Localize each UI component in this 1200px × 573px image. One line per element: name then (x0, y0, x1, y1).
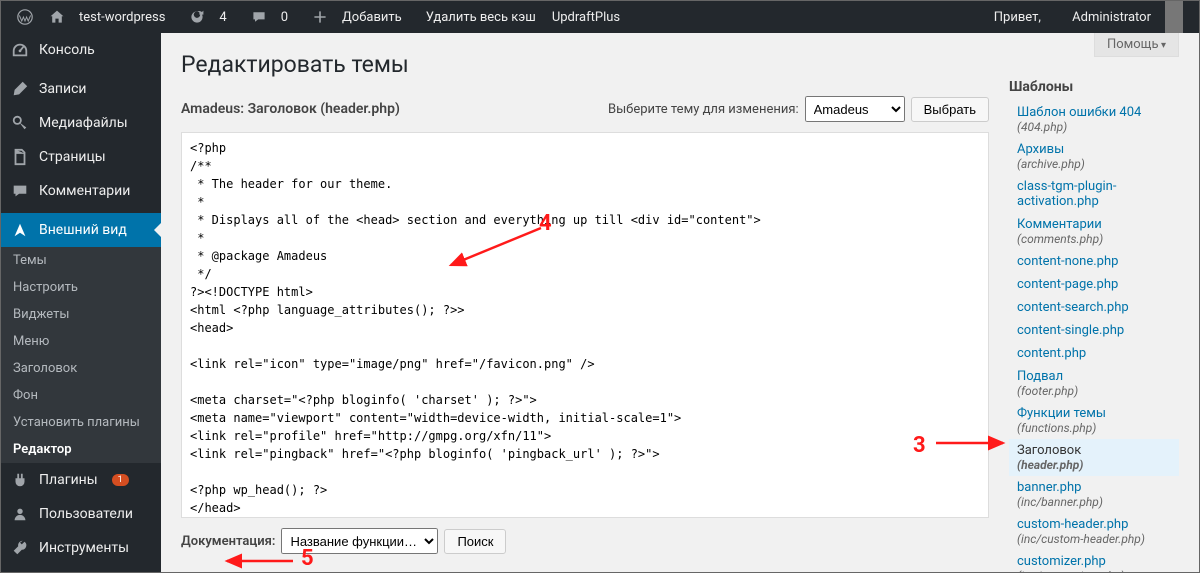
template-item[interactable]: content-none.php (1009, 250, 1179, 273)
menu-appearance[interactable]: Внешний вид (1, 213, 161, 247)
page-title: Редактировать темы (181, 51, 989, 78)
template-item[interactable]: Заголовок(header.php) (1009, 439, 1179, 476)
template-item[interactable]: Подвал(footer.php) (1009, 365, 1179, 402)
file-description: Amadeus: Заголовок (header.php) (181, 101, 400, 117)
template-item[interactable]: content.php (1009, 342, 1179, 365)
comments-link[interactable]: 0 (243, 1, 304, 33)
doc-label: Документация: (181, 534, 275, 549)
appearance-submenu: Темы Настроить Виджеты Меню Заголовок Фо… (1, 247, 161, 463)
wp-logo[interactable] (9, 1, 41, 33)
template-item[interactable]: content-single.php (1009, 319, 1179, 342)
template-item[interactable]: class-tgm-plugin-activation.php (1009, 175, 1179, 213)
menu-users[interactable]: Пользователи (1, 497, 161, 531)
menu-comments[interactable]: Комментарии (1, 174, 161, 208)
new-link[interactable]: Добавить (304, 1, 418, 33)
admin-menu: Консоль Записи Медиафайлы Страницы Комме… (1, 33, 161, 572)
template-item[interactable]: customizer.php(inc/customizer.php) (1009, 550, 1179, 572)
submenu-themes[interactable]: Темы (1, 247, 161, 274)
template-item[interactable]: custom-header.php(inc/custom-header.php) (1009, 513, 1179, 550)
help-tab[interactable]: Помощь (1094, 33, 1179, 57)
updates-link[interactable]: 4 (181, 1, 242, 33)
site-link[interactable]: test-wordpress (41, 1, 181, 33)
submenu-customize[interactable]: Настроить (1, 274, 161, 301)
template-item[interactable]: Шаблон ошибки 404(404.php) (1009, 101, 1179, 138)
menu-plugins[interactable]: Плагины1 (1, 463, 161, 497)
submenu-menus[interactable]: Меню (1, 328, 161, 355)
template-item[interactable]: Архивы(archive.php) (1009, 138, 1179, 175)
doc-search-button[interactable]: Поиск (444, 529, 506, 554)
menu-media[interactable]: Медиафайлы (1, 106, 161, 140)
howdy[interactable]: Привет, Administrator (978, 1, 1191, 33)
menu-tools[interactable]: Инструменты (1, 531, 161, 565)
template-item[interactable]: content-search.php (1009, 296, 1179, 319)
template-item[interactable]: Функции темы(functions.php) (1009, 402, 1179, 439)
menu-console[interactable]: Консоль (1, 33, 161, 67)
template-item[interactable]: banner.php(inc/banner.php) (1009, 476, 1179, 513)
templates-sidebar: Шаблоны Шаблон ошибки 404(404.php)Архивы… (1009, 43, 1179, 552)
theme-select-label: Выберите тему для изменения: (608, 102, 799, 117)
template-item[interactable]: content-page.php (1009, 273, 1179, 296)
submenu-header[interactable]: Заголовок (1, 355, 161, 382)
submenu-install-plugins[interactable]: Установить плагины (1, 409, 161, 436)
plugins-badge: 1 (112, 474, 129, 486)
submenu-editor[interactable]: Редактор (1, 436, 161, 463)
submenu-background[interactable]: Фон (1, 382, 161, 409)
updraft-link[interactable]: UpdraftPlus (544, 1, 628, 33)
menu-posts[interactable]: Записи (1, 72, 161, 106)
menu-settings[interactable]: Настройки (1, 565, 161, 572)
admin-toolbar: test-wordpress 4 0 Добавить Удалить весь… (1, 1, 1199, 33)
content-area: Помощь Редактировать темы Amadeus: Загол… (161, 33, 1199, 572)
clear-cache-link[interactable]: Удалить весь кэш (418, 1, 544, 33)
avatar (1165, 1, 1183, 33)
menu-pages[interactable]: Страницы (1, 140, 161, 174)
template-item[interactable]: Комментарии(comments.php) (1009, 213, 1179, 250)
theme-select[interactable]: Amadeus (805, 96, 905, 122)
templates-heading: Шаблоны (1009, 79, 1179, 95)
arrow-5 (221, 551, 301, 571)
function-select[interactable]: Название функции… (281, 528, 438, 554)
submenu-widgets[interactable]: Виджеты (1, 301, 161, 328)
select-theme-button[interactable]: Выбрать (911, 97, 989, 122)
code-editor[interactable] (182, 133, 988, 513)
